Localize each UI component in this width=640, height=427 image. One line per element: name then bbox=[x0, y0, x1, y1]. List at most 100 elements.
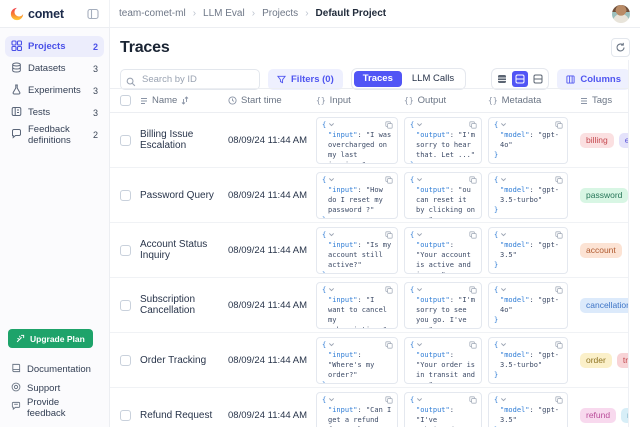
trace-name[interactable]: Subscription Cancellation bbox=[140, 294, 228, 316]
user-avatar[interactable] bbox=[612, 5, 630, 23]
table-row[interactable]: Refund Request08/09/24 11:44 AM{"input":… bbox=[110, 388, 640, 427]
output-json-cell[interactable]: {"output": "I'm sorry to hear that. Let … bbox=[404, 117, 482, 164]
row-checkbox[interactable] bbox=[120, 245, 131, 256]
row-checkbox[interactable] bbox=[120, 410, 131, 421]
expand-chevron-icon[interactable] bbox=[500, 396, 507, 403]
expand-chevron-icon[interactable] bbox=[500, 121, 507, 128]
tab-traces[interactable]: Traces bbox=[354, 71, 402, 87]
search-input[interactable] bbox=[120, 69, 260, 90]
copy-icon[interactable] bbox=[555, 176, 563, 184]
select-all-checkbox[interactable] bbox=[120, 95, 131, 106]
tag-chip[interactable]: refund bbox=[580, 408, 616, 423]
trace-name[interactable]: Refund Request bbox=[140, 410, 228, 421]
table-row[interactable]: Order Tracking08/09/24 11:44 AM{"input":… bbox=[110, 333, 640, 388]
copy-icon[interactable] bbox=[469, 121, 477, 129]
expand-chevron-icon[interactable] bbox=[328, 341, 335, 348]
sidebar-item-projects[interactable]: Projects2 bbox=[5, 36, 104, 57]
breadcrumb-item[interactable]: team-comet-ml bbox=[119, 8, 186, 19]
expand-chevron-icon[interactable] bbox=[416, 341, 423, 348]
copy-icon[interactable] bbox=[469, 176, 477, 184]
input-json-cell[interactable]: {"input": "Is my account still active?"} bbox=[316, 227, 398, 274]
tag-chip[interactable]: billing bbox=[580, 133, 614, 148]
metadata-json-cell[interactable]: {"model": "gpt-4o"} bbox=[488, 117, 568, 164]
metadata-json-cell[interactable]: {"model": "gpt-3.5"} bbox=[488, 392, 568, 427]
input-json-cell[interactable]: {"input": "I want to cancel my subscript… bbox=[316, 282, 398, 329]
copy-icon[interactable] bbox=[555, 231, 563, 239]
input-json-cell[interactable]: {"input": "Where's my order?"} bbox=[316, 337, 398, 384]
table-row[interactable]: Subscription Cancellation08/09/24 11:44 … bbox=[110, 278, 640, 333]
vertical-scrollbar[interactable] bbox=[628, 60, 640, 427]
row-checkbox[interactable] bbox=[120, 190, 131, 201]
copy-icon[interactable] bbox=[385, 231, 393, 239]
copy-icon[interactable] bbox=[469, 396, 477, 404]
trace-name[interactable]: Account Status Inquiry bbox=[140, 239, 228, 261]
upgrade-plan-button[interactable]: Upgrade Plan bbox=[8, 329, 93, 348]
metadata-json-cell[interactable]: {"model": "gpt-3.5-turbo"} bbox=[488, 172, 568, 219]
breadcrumb-item[interactable]: Projects bbox=[262, 8, 298, 19]
metadata-json-cell[interactable]: {"model": "gpt-4o"} bbox=[488, 282, 568, 329]
expand-chevron-icon[interactable] bbox=[416, 231, 423, 238]
expand-chevron-icon[interactable] bbox=[500, 341, 507, 348]
output-json-cell[interactable]: {"output": "ou can reset it by clicking … bbox=[404, 172, 482, 219]
copy-icon[interactable] bbox=[385, 176, 393, 184]
sidebar-item-provide-feedback[interactable]: Provide feedback bbox=[5, 398, 104, 417]
trace-name[interactable]: Password Query bbox=[140, 190, 228, 201]
sidebar-item-tests[interactable]: Tests3 bbox=[5, 102, 104, 123]
tag-chip[interactable]: order bbox=[580, 353, 612, 368]
expand-chevron-icon[interactable] bbox=[328, 176, 335, 183]
table-row[interactable]: Account Status Inquiry08/09/24 11:44 AM{… bbox=[110, 223, 640, 278]
copy-icon[interactable] bbox=[555, 286, 563, 294]
density-small-button[interactable] bbox=[494, 71, 510, 87]
expand-chevron-icon[interactable] bbox=[500, 286, 507, 293]
expand-chevron-icon[interactable] bbox=[416, 121, 423, 128]
copy-icon[interactable] bbox=[385, 286, 393, 294]
table-row[interactable]: Billing Issue Escalation08/09/24 11:44 A… bbox=[110, 113, 640, 168]
copy-icon[interactable] bbox=[555, 121, 563, 129]
sidebar-item-support[interactable]: Support bbox=[5, 379, 104, 398]
sidebar-item-documentation[interactable]: Documentation bbox=[5, 360, 104, 379]
density-large-button[interactable] bbox=[530, 71, 546, 87]
sidebar-item-feedback-definitions[interactable]: Feedback definitions2 bbox=[5, 124, 104, 145]
tag-chip[interactable]: account bbox=[580, 243, 622, 258]
expand-chevron-icon[interactable] bbox=[328, 121, 335, 128]
sidebar-item-experiments[interactable]: Experiments3 bbox=[5, 80, 104, 101]
expand-chevron-icon[interactable] bbox=[416, 396, 423, 403]
output-json-cell[interactable]: {"output": "Your order is in transit and… bbox=[404, 337, 482, 384]
copy-icon[interactable] bbox=[385, 396, 393, 404]
table-row[interactable]: Password Query08/09/24 11:44 AM{"input":… bbox=[110, 168, 640, 223]
copy-icon[interactable] bbox=[385, 121, 393, 129]
trace-name[interactable]: Billing Issue Escalation bbox=[140, 129, 228, 151]
metadata-json-cell[interactable]: {"model": "gpt-3.5-turbo"} bbox=[488, 337, 568, 384]
row-checkbox[interactable] bbox=[120, 300, 131, 311]
refresh-button[interactable] bbox=[611, 38, 630, 57]
copy-icon[interactable] bbox=[469, 231, 477, 239]
tag-chip[interactable]: password bbox=[580, 188, 628, 203]
sidebar-collapse-icon[interactable] bbox=[87, 7, 100, 20]
expand-chevron-icon[interactable] bbox=[416, 176, 423, 183]
row-checkbox[interactable] bbox=[120, 135, 131, 146]
input-json-cell[interactable]: {"input": "Can I get a refund for my las… bbox=[316, 392, 398, 427]
expand-chevron-icon[interactable] bbox=[328, 286, 335, 293]
input-json-cell[interactable]: {"input": "How do I reset my password ?"… bbox=[316, 172, 398, 219]
output-json-cell[interactable]: {"output": "I've submitted your refund r… bbox=[404, 392, 482, 427]
expand-chevron-icon[interactable] bbox=[328, 396, 335, 403]
input-json-cell[interactable]: {"input": "I was overcharged on my last … bbox=[316, 117, 398, 164]
copy-icon[interactable] bbox=[555, 341, 563, 349]
expand-chevron-icon[interactable] bbox=[500, 176, 507, 183]
copy-icon[interactable] bbox=[469, 286, 477, 294]
expand-chevron-icon[interactable] bbox=[416, 286, 423, 293]
copy-icon[interactable] bbox=[385, 341, 393, 349]
sidebar-item-datasets[interactable]: Datasets3 bbox=[5, 58, 104, 79]
column-header-name[interactable]: Name bbox=[140, 95, 228, 106]
output-json-cell[interactable]: {"output": "Your account is active and i… bbox=[404, 227, 482, 274]
trace-name[interactable]: Order Tracking bbox=[140, 355, 228, 366]
metadata-json-cell[interactable]: {"model": "gpt-3.5"} bbox=[488, 227, 568, 274]
row-checkbox[interactable] bbox=[120, 355, 131, 366]
expand-chevron-icon[interactable] bbox=[500, 231, 507, 238]
copy-icon[interactable] bbox=[555, 396, 563, 404]
tab-llm-calls[interactable]: LLM Calls bbox=[403, 71, 463, 87]
filters-button[interactable]: Filters (0) bbox=[268, 69, 343, 90]
breadcrumb-item[interactable]: LLM Eval bbox=[203, 8, 245, 19]
columns-button[interactable]: Columns bbox=[557, 69, 630, 90]
comet-logo[interactable]: comet bbox=[10, 7, 64, 21]
